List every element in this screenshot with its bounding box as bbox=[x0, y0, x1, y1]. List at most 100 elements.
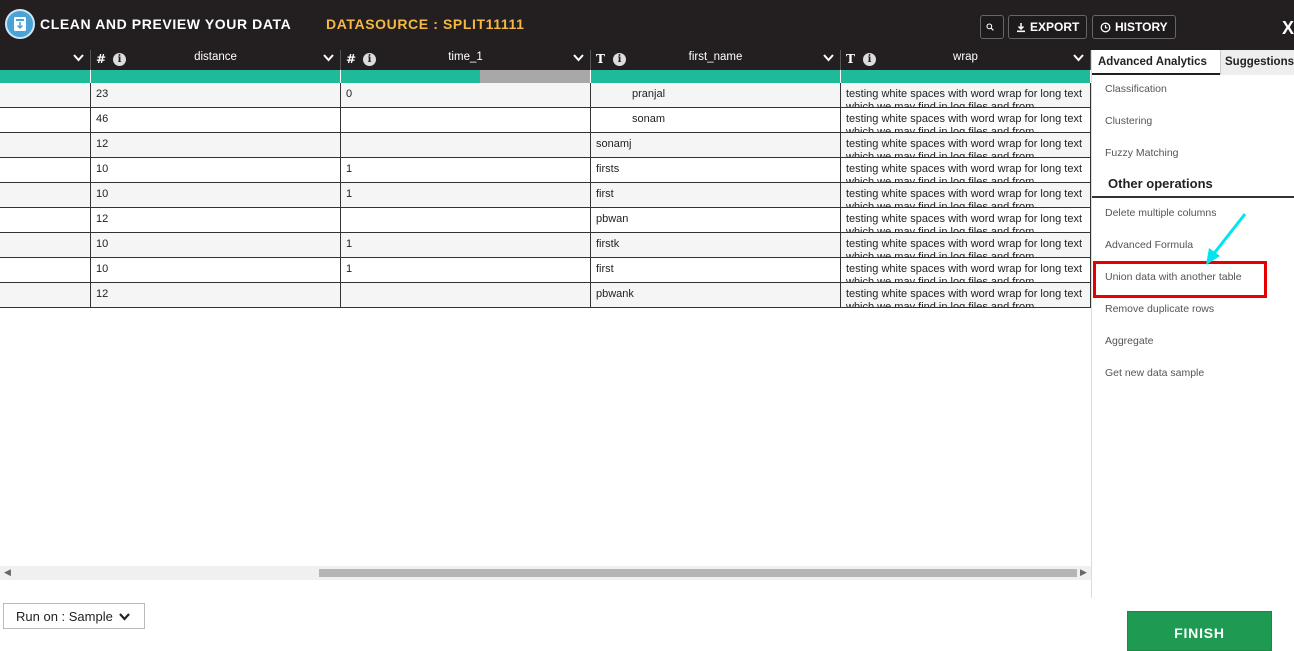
chevron-down-icon bbox=[119, 613, 131, 621]
chevron-down-icon[interactable] bbox=[573, 54, 584, 62]
run-on-label: Run on : Sample bbox=[16, 609, 113, 624]
op-classification[interactable]: Classification bbox=[1105, 83, 1167, 95]
datasource-label: DATASOURCE : SPLIT11111 bbox=[326, 16, 525, 32]
table-cell[interactable]: 1 bbox=[341, 158, 591, 182]
table-cell[interactable]: 1 bbox=[341, 183, 591, 207]
table-row: 12 pbwank testing white spaces with word… bbox=[0, 283, 1091, 308]
run-on-dropdown[interactable]: Run on : Sample bbox=[3, 603, 145, 629]
table-cell[interactable] bbox=[0, 83, 91, 107]
table-cell[interactable]: testing white spaces with word wrap for … bbox=[841, 233, 1091, 257]
op-advanced-formula[interactable]: Advanced Formula bbox=[1105, 239, 1193, 251]
scrollbar-thumb[interactable] bbox=[319, 569, 1077, 577]
table-cell[interactable]: firstk bbox=[591, 233, 841, 257]
table-cell[interactable]: 10 bbox=[91, 183, 341, 207]
table-cell[interactable] bbox=[0, 133, 91, 157]
horizontal-scrollbar[interactable]: ◀ ▶ bbox=[0, 566, 1091, 580]
op-get-new-data-sample[interactable]: Get new data sample bbox=[1105, 367, 1204, 379]
table-cell[interactable]: first bbox=[591, 258, 841, 282]
column-name: wrap bbox=[953, 51, 978, 63]
table-cell[interactable]: 10 bbox=[91, 158, 341, 182]
missing-values-bar bbox=[480, 70, 590, 83]
table-row: 10 1 first testing white spaces with wor… bbox=[0, 183, 1091, 208]
table-cell[interactable]: sonam bbox=[591, 108, 841, 132]
table-cell[interactable] bbox=[0, 233, 91, 257]
chevron-down-icon[interactable] bbox=[323, 54, 334, 62]
table-cell[interactable] bbox=[341, 283, 591, 307]
table-cell[interactable]: 12 bbox=[91, 133, 341, 157]
table-cell[interactable] bbox=[341, 108, 591, 132]
tab-advanced-analytics[interactable]: Advanced Analytics bbox=[1092, 50, 1220, 75]
table-cell[interactable] bbox=[0, 258, 91, 282]
app-logo-icon bbox=[5, 9, 35, 39]
table-cell[interactable]: 46 bbox=[91, 108, 341, 132]
operations-panel: Advanced Analytics Suggestions Classific… bbox=[1091, 50, 1294, 598]
table-cell[interactable]: 1 bbox=[341, 258, 591, 282]
history-icon bbox=[1100, 22, 1111, 32]
table-cell[interactable] bbox=[0, 108, 91, 132]
column-header-time-1[interactable]: # i time_1 bbox=[341, 50, 591, 70]
finish-button[interactable]: FINISH bbox=[1127, 611, 1272, 651]
column-header-wrap[interactable]: T i wrap bbox=[841, 50, 1091, 70]
section-title-other-operations: Other operations bbox=[1108, 176, 1213, 191]
page-title: CLEAN AND PREVIEW YOUR DATA bbox=[40, 16, 292, 32]
table-cell[interactable]: 12 bbox=[91, 283, 341, 307]
table-cell[interactable]: 10 bbox=[91, 233, 341, 257]
table-row: 46 sonam testing white spaces with word … bbox=[0, 108, 1091, 133]
chevron-down-icon[interactable] bbox=[1073, 54, 1084, 62]
table-cell[interactable]: testing white spaces with word wrap for … bbox=[841, 183, 1091, 207]
scroll-left-icon[interactable]: ◀ bbox=[4, 567, 11, 578]
table-cell[interactable]: 10 bbox=[91, 258, 341, 282]
table-cell[interactable]: 1 bbox=[341, 233, 591, 257]
table-cell[interactable]: testing white spaces with word wrap for … bbox=[841, 258, 1091, 282]
table-cell[interactable]: 23 bbox=[91, 83, 341, 107]
panel-tabs: Advanced Analytics Suggestions bbox=[1092, 50, 1294, 75]
table-cell[interactable]: testing white spaces with word wrap for … bbox=[841, 108, 1091, 132]
column-name: distance bbox=[194, 51, 237, 63]
column-quality-bar bbox=[841, 70, 1091, 83]
column-header-distance[interactable]: # i distance bbox=[91, 50, 341, 70]
table-row: 10 1 first testing white spaces with wor… bbox=[0, 258, 1091, 283]
table-cell[interactable]: 12 bbox=[91, 208, 341, 232]
op-remove-duplicate-rows[interactable]: Remove duplicate rows bbox=[1105, 303, 1214, 315]
chevron-down-icon[interactable] bbox=[73, 54, 84, 62]
column-quality-bar bbox=[591, 70, 841, 83]
column-quality-bar bbox=[341, 70, 591, 83]
search-button[interactable] bbox=[980, 15, 1004, 39]
table-cell[interactable]: testing white spaces with word wrap for … bbox=[841, 83, 1091, 107]
table-cell[interactable] bbox=[341, 133, 591, 157]
table-row: 23 0 pranjal testing white spaces with w… bbox=[0, 83, 1091, 108]
table-cell[interactable]: first bbox=[591, 183, 841, 207]
table-cell[interactable]: testing white spaces with word wrap for … bbox=[841, 283, 1091, 307]
table-cell[interactable] bbox=[341, 208, 591, 232]
table-cell[interactable]: 0 bbox=[341, 83, 591, 107]
table-cell[interactable]: testing white spaces with word wrap for … bbox=[841, 158, 1091, 182]
table-row: 10 1 firsts testing white spaces with wo… bbox=[0, 158, 1091, 183]
history-button[interactable]: HISTORY bbox=[1092, 15, 1176, 39]
export-button[interactable]: EXPORT bbox=[1008, 15, 1088, 39]
table-cell[interactable] bbox=[0, 283, 91, 307]
column-header[interactable] bbox=[0, 50, 91, 70]
chevron-down-icon[interactable] bbox=[823, 54, 834, 62]
table-cell[interactable]: firsts bbox=[591, 158, 841, 182]
op-aggregate[interactable]: Aggregate bbox=[1105, 335, 1153, 347]
table-cell[interactable]: pranjal bbox=[591, 83, 841, 107]
op-clustering[interactable]: Clustering bbox=[1105, 115, 1152, 127]
table-cell[interactable]: pbwan bbox=[591, 208, 841, 232]
column-name: time_1 bbox=[448, 51, 483, 63]
table-row: 12 sonamj testing white spaces with word… bbox=[0, 133, 1091, 158]
table-cell[interactable]: testing white spaces with word wrap for … bbox=[841, 133, 1091, 157]
table-cell[interactable] bbox=[0, 158, 91, 182]
close-button[interactable]: X bbox=[1282, 18, 1294, 39]
table-cell[interactable]: pbwank bbox=[591, 283, 841, 307]
top-bar: CLEAN AND PREVIEW YOUR DATA DATASOURCE :… bbox=[0, 0, 1294, 50]
table-cell[interactable] bbox=[0, 208, 91, 232]
section-divider bbox=[1092, 196, 1294, 198]
op-fuzzy-matching[interactable]: Fuzzy Matching bbox=[1105, 147, 1179, 159]
table-cell[interactable]: sonamj bbox=[591, 133, 841, 157]
scroll-right-icon[interactable]: ▶ bbox=[1080, 567, 1087, 578]
table-cell[interactable] bbox=[0, 183, 91, 207]
column-quality-bar bbox=[0, 70, 91, 83]
tab-suggestions[interactable]: Suggestions bbox=[1220, 50, 1294, 75]
table-cell[interactable]: testing white spaces with word wrap for … bbox=[841, 208, 1091, 232]
column-header-first-name[interactable]: T i first_name bbox=[591, 50, 841, 70]
